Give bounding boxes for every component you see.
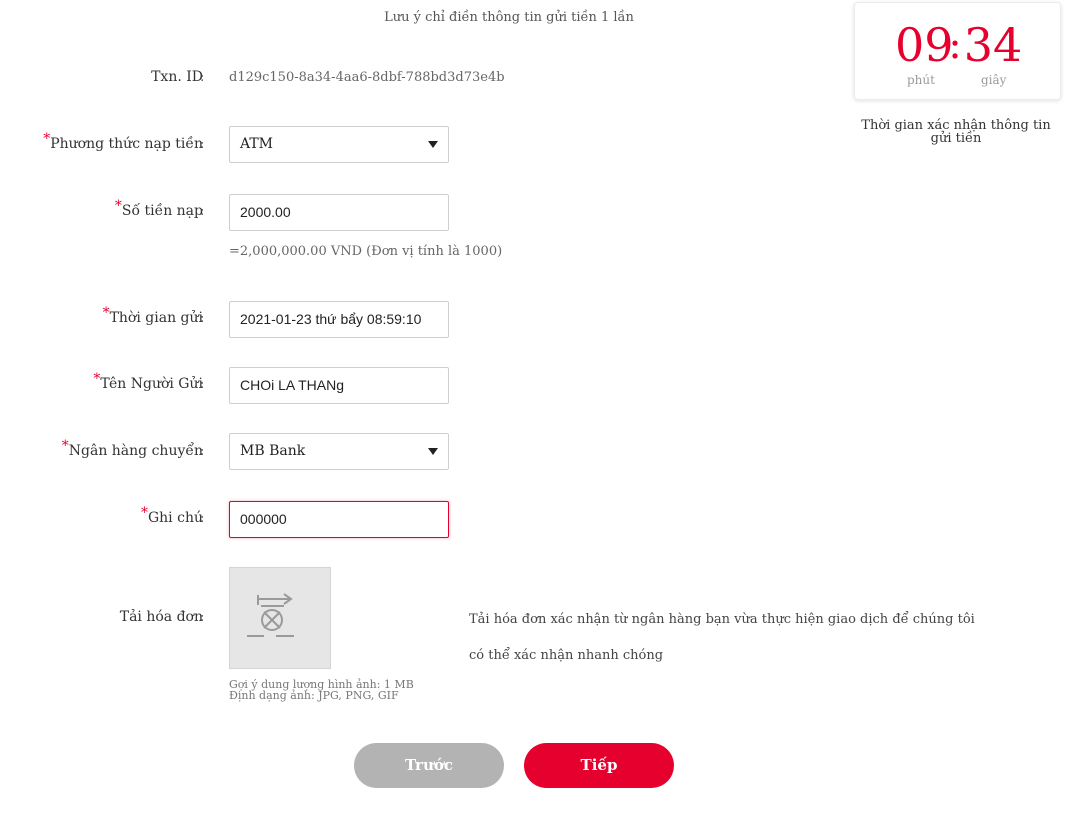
bank-select[interactable]: MB Bank: [229, 433, 449, 470]
required-mark: *: [140, 505, 148, 521]
required-mark: *: [114, 198, 122, 214]
note-input[interactable]: 000000: [229, 501, 449, 538]
send-time-colon: :: [200, 311, 205, 326]
amount-label: *Số tiền nạp: [114, 198, 203, 219]
txn-id-colon: :: [200, 70, 205, 85]
caret-down-icon: [428, 448, 438, 455]
method-select[interactable]: ATM: [229, 126, 449, 163]
timer-caption: Thời gian xác nhận thông tin gửi tiền: [861, 118, 1051, 146]
amount-conversion-hint: =2,000,000.00 VND (Đơn vị tính là 1000): [229, 244, 503, 259]
timer-minutes: 09: [895, 18, 954, 72]
txn-id-value: d129c150-8a34-4aa6-8dbf-788bd3d73e4b: [229, 70, 505, 85]
txn-id-label: Txn. ID: [151, 69, 203, 85]
required-mark: *: [93, 371, 101, 387]
timer-seconds-label: giây: [981, 73, 1007, 87]
send-time-input[interactable]: 2021-01-23 thứ bẩy 08:59:10: [229, 301, 449, 338]
sender-name-input[interactable]: CHOi LA THANg: [229, 367, 449, 404]
bank-select-value: MB Bank: [240, 443, 306, 459]
receipt-colon: :: [200, 610, 205, 625]
required-mark: *: [43, 131, 51, 147]
method-colon: :: [200, 137, 205, 152]
receipt-upload-button[interactable]: [229, 567, 331, 669]
upload-receipt-icon: [247, 593, 294, 637]
bank-colon: :: [200, 444, 205, 459]
note-colon: :: [200, 511, 205, 526]
amount-colon: :: [200, 204, 205, 219]
bank-label: *Ngân hàng chuyển: [61, 438, 203, 459]
method-select-value: ATM: [240, 136, 274, 152]
timer-seconds: 34: [963, 18, 1023, 72]
required-mark: *: [61, 438, 69, 454]
sender-name-colon: :: [200, 377, 205, 392]
caret-down-icon: [428, 141, 438, 148]
timer-separator: :: [948, 22, 962, 68]
previous-button[interactable]: Trước: [354, 743, 504, 788]
required-mark: *: [102, 305, 110, 321]
countdown-timer: 09 : 34 phút giây: [854, 2, 1061, 100]
image-format-hint: Định dạng ảnh: JPG, PNG, GIF: [229, 689, 399, 702]
receipt-label: Tải hóa đơn: [119, 609, 203, 625]
receipt-description: Tải hóa đơn xác nhận từ ngân hàng bạn vừ…: [469, 612, 975, 663]
amount-input[interactable]: 2000.00: [229, 194, 449, 231]
send-time-label: *Thời gian gửi: [102, 305, 203, 326]
timer-minutes-label: phút: [907, 73, 935, 87]
next-button[interactable]: Tiếp: [524, 743, 674, 788]
note-label: *Ghi chú: [140, 505, 203, 526]
sender-name-label: *Tên Người Gửi: [93, 371, 203, 392]
method-label: *Phương thức nạp tiền: [43, 131, 203, 152]
